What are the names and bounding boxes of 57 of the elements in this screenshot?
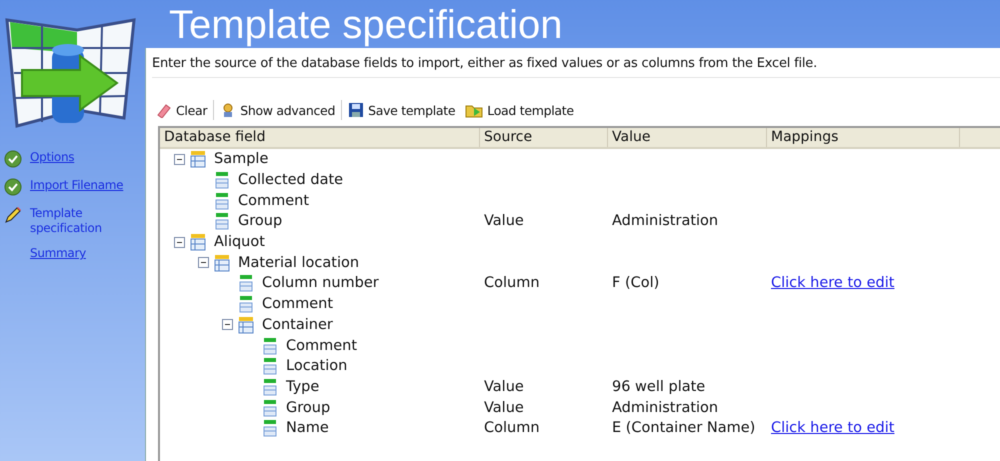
field-name: Container [262,316,333,333]
field-icon [238,295,254,314]
field-name: Material location [238,254,360,271]
source-cell: Value [484,400,524,416]
column-header[interactable]: Database field [160,128,480,147]
description-text: Enter the source of the database fields to import, either as fixed values or as columns from the Excel file. [152,56,1000,78]
field-name: Sample [214,151,268,168]
collapse-toggle[interactable] [222,319,233,330]
field-name: Location [286,358,348,374]
field-name: Comment [286,338,358,354]
field-name: Comment [238,192,310,209]
field-icon [214,171,230,190]
table-icon [214,254,230,272]
toolbar-button[interactable]: Save template [344,100,460,120]
column-header[interactable]: Mappings [767,128,960,147]
toolbar-button[interactable]: Show advanced [216,100,340,120]
table-icon [190,233,206,252]
eraser-icon [156,102,172,118]
collapse-toggle[interactable] [198,257,209,268]
page-title: Template specification [169,2,564,48]
field-name: Type [286,378,320,395]
field-name: Collected date [238,172,344,188]
source-cell: Column [484,420,540,436]
collapse-toggle[interactable] [174,236,185,248]
field-name: Aliquot [214,234,265,250]
column-header[interactable]: Value [608,128,767,147]
table-icon [190,150,206,168]
table-icon [238,316,254,334]
field-name: Comment [262,296,334,312]
field-icon [262,378,278,396]
value-cell: E (Container Name) [612,420,756,436]
source-cell: Column [484,275,540,292]
field-icon [238,274,254,292]
edit-link[interactable]: Click here to edit [771,275,894,292]
value-cell: 96 well plate [612,378,706,395]
source-cell: Value [484,378,524,395]
field-name: Group [238,213,282,230]
field-icon [214,212,230,230]
field-icon [214,192,230,210]
value-cell: F (Col) [612,275,660,292]
step-label: Template specification [30,206,103,236]
value-cell: Administration [612,400,718,416]
field-name: Name [286,420,329,436]
field-icon [262,419,278,438]
field-name: Column number [262,275,379,292]
field-name: Group [286,400,330,416]
edit-link[interactable]: Click here to edit [771,420,894,436]
value-cell: Administration [612,213,718,230]
toolbar-button[interactable]: Clear [152,100,212,120]
collapse-toggle[interactable] [174,154,185,165]
column-header[interactable]: Source [480,128,608,147]
field-icon [262,398,278,417]
source-cell: Value [484,213,524,230]
field-icon [262,357,278,376]
toolbar-button[interactable]: Load template [461,100,578,120]
step-link[interactable]: Summary [30,246,86,261]
field-icon [262,336,278,355]
